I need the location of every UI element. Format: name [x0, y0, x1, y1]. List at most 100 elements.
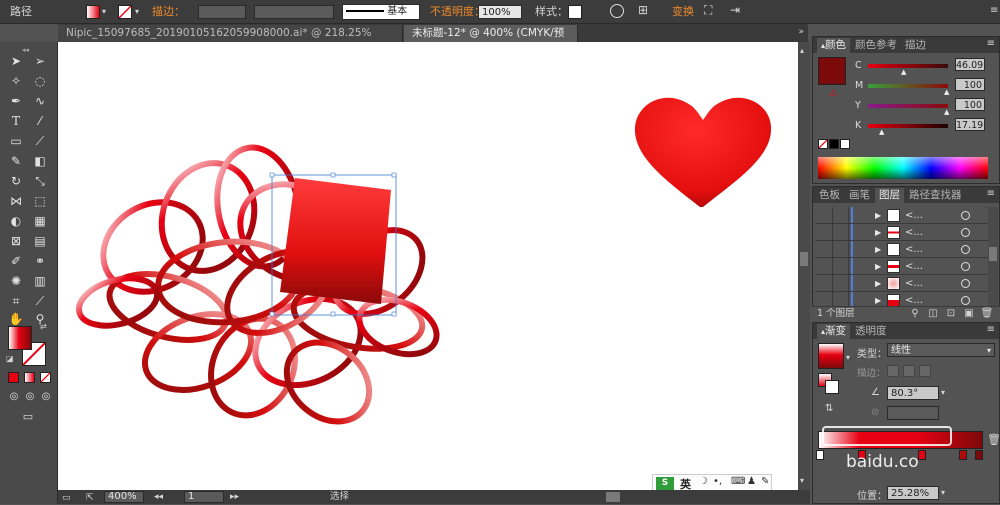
target-circle-icon[interactable] — [961, 228, 970, 237]
target-circle-icon[interactable] — [961, 262, 970, 271]
gradient-preview[interactable] — [818, 343, 844, 369]
gradient-stop[interactable] — [918, 450, 926, 460]
layer-row[interactable]: ▶ <... — [815, 275, 990, 292]
lock-toggle[interactable] — [833, 224, 849, 241]
visibility-toggle[interactable] — [815, 275, 833, 292]
gradient-stop[interactable] — [816, 450, 824, 460]
stroke-label[interactable]: 描边： — [152, 0, 185, 24]
tab-overflow-icon[interactable]: » — [798, 27, 804, 37]
align-icon[interactable]: ⊞ — [638, 3, 648, 17]
opacity-label[interactable]: 不透明度： — [430, 0, 485, 24]
mesh-tool-icon[interactable]: ⊠ — [6, 232, 26, 250]
draw-inside-icon[interactable]: ◎ — [36, 388, 56, 406]
chevron-down-icon[interactable]: ▾ — [941, 388, 945, 397]
expand-arrow-icon[interactable]: ▶ — [875, 207, 881, 224]
locate-object-icon[interactable]: ⚲ — [908, 308, 922, 320]
moon-icon[interactable]: ☽ — [699, 476, 708, 487]
gradient-stop[interactable] — [975, 450, 983, 460]
tab-transparency[interactable]: 透明度 — [851, 324, 891, 339]
eyedropper-tool-icon[interactable]: ✐ — [6, 252, 26, 270]
visibility-toggle[interactable] — [815, 224, 833, 241]
perspective-grid-tool-icon[interactable]: ▦ — [30, 212, 50, 230]
layer-row[interactable]: ▶ <... — [815, 224, 990, 241]
lock-toggle[interactable] — [833, 258, 849, 275]
horizontal-scroll-thumb[interactable] — [606, 492, 620, 502]
new-layer-icon[interactable]: ▣ — [962, 308, 976, 320]
clipping-mask-icon[interactable]: ◫ — [926, 308, 940, 320]
layer-name[interactable]: <... — [905, 241, 923, 258]
stroke-across-icon[interactable] — [919, 365, 931, 377]
screen-mode-icon[interactable]: ▭ — [18, 408, 38, 426]
slider-handle-icon[interactable]: ▲ — [944, 108, 949, 116]
slice-tool-icon[interactable]: ⟋ — [30, 292, 50, 310]
delete-layer-icon[interactable]: 🗑 — [980, 308, 994, 320]
selection-tool-icon[interactable]: ➤ — [6, 52, 26, 70]
target-circle-icon[interactable] — [961, 279, 970, 288]
target-circle-icon[interactable] — [961, 211, 970, 220]
lock-toggle[interactable] — [833, 207, 849, 224]
tab-layers[interactable]: 图层 — [875, 188, 904, 203]
active-fill-color[interactable] — [818, 57, 846, 85]
width-tool-icon[interactable]: ⋈ — [6, 192, 26, 210]
free-transform-tool-icon[interactable]: ⬚ — [30, 192, 50, 210]
symbol-sprayer-tool-icon[interactable]: ✺ — [6, 272, 26, 290]
tab-swatches[interactable]: 色板 — [815, 188, 844, 203]
fill-stroke-mini-stroke[interactable] — [825, 380, 839, 394]
channel-m-input[interactable]: 100 — [955, 78, 985, 91]
gradient-mode-button[interactable] — [24, 372, 35, 383]
scroll-up-icon[interactable]: ▴ — [800, 46, 804, 55]
layer-name[interactable]: <... — [905, 258, 923, 275]
type-tool-icon[interactable]: T — [6, 112, 26, 130]
expand-arrow-icon[interactable]: ▶ — [875, 275, 881, 292]
channel-y-slider[interactable] — [868, 104, 948, 108]
tab-color[interactable]: ▴颜色 — [817, 38, 851, 53]
channel-c-input[interactable]: 46.09 — [955, 58, 985, 71]
eraser-tool-icon[interactable]: ◧ — [30, 152, 50, 170]
new-sublayer-icon[interactable]: ⊡ — [944, 308, 958, 320]
artboard-tool-icon[interactable]: ⌗ — [6, 292, 26, 310]
rotate-tool-icon[interactable]: ↻ — [6, 172, 26, 190]
pen-tool-icon[interactable]: ✒ — [6, 92, 26, 110]
stroke-along-icon[interactable] — [903, 365, 915, 377]
chevron-down-icon[interactable]: ▾ — [102, 7, 106, 16]
color-spectrum[interactable] — [818, 157, 988, 179]
variable-width-dropdown[interactable] — [254, 5, 334, 19]
layers-scrollbar[interactable] — [988, 207, 998, 306]
channel-c-slider[interactable] — [868, 64, 948, 68]
shape-builder-tool-icon[interactable]: ◐ — [6, 212, 26, 230]
out-of-gamut-icon[interactable]: ⚠ — [829, 89, 837, 99]
aspect-ratio-input[interactable] — [887, 406, 939, 420]
visibility-toggle[interactable] — [815, 241, 833, 258]
stroke-weight-dropdown[interactable] — [198, 5, 246, 19]
color-mode-button[interactable] — [8, 372, 19, 383]
fill-color-box[interactable] — [8, 326, 32, 350]
lock-toggle[interactable] — [833, 241, 849, 258]
panel-menu-icon[interactable]: ≡ — [987, 324, 995, 335]
white-swatch[interactable] — [840, 139, 850, 149]
chevron-down-icon[interactable]: ▾ — [941, 488, 945, 497]
slider-handle-icon[interactable]: ▲ — [901, 68, 906, 76]
brush-style-dropdown[interactable]: 基本 — [342, 4, 420, 20]
target-circle-icon[interactable] — [961, 296, 970, 305]
gradient-stop[interactable] — [858, 450, 866, 460]
tab-gradient[interactable]: ▴渐变 — [817, 324, 851, 339]
gradient-slider-bar[interactable] — [818, 431, 983, 449]
pencil-tool-icon[interactable]: ✎ — [6, 152, 26, 170]
panel-menu-icon[interactable]: ≡ — [987, 38, 995, 49]
black-swatch[interactable] — [829, 139, 839, 149]
location-input[interactable]: 25.28% — [887, 486, 939, 500]
scale-tool-icon[interactable]: ⤡ — [30, 172, 50, 190]
visibility-toggle[interactable] — [815, 258, 833, 275]
angle-input[interactable]: 80.3° — [887, 386, 939, 400]
scroll-thumb[interactable] — [800, 252, 808, 266]
tab-stroke[interactable]: 描边 — [901, 38, 930, 53]
panel-menu-icon[interactable]: ≡ — [987, 188, 995, 199]
artboard-nav-icon[interactable]: ⇱ — [86, 491, 94, 505]
target-circle-icon[interactable] — [961, 245, 970, 254]
line-tool-icon[interactable]: ⁄ — [30, 112, 50, 130]
page-dropdown[interactable]: 1 — [184, 491, 224, 503]
expand-arrow-icon[interactable]: ▶ — [875, 224, 881, 241]
layer-name[interactable]: <... — [905, 224, 923, 241]
reverse-gradient-icon[interactable]: ⇅ — [825, 403, 833, 414]
delete-stop-icon[interactable]: 🗑 — [987, 433, 1000, 446]
